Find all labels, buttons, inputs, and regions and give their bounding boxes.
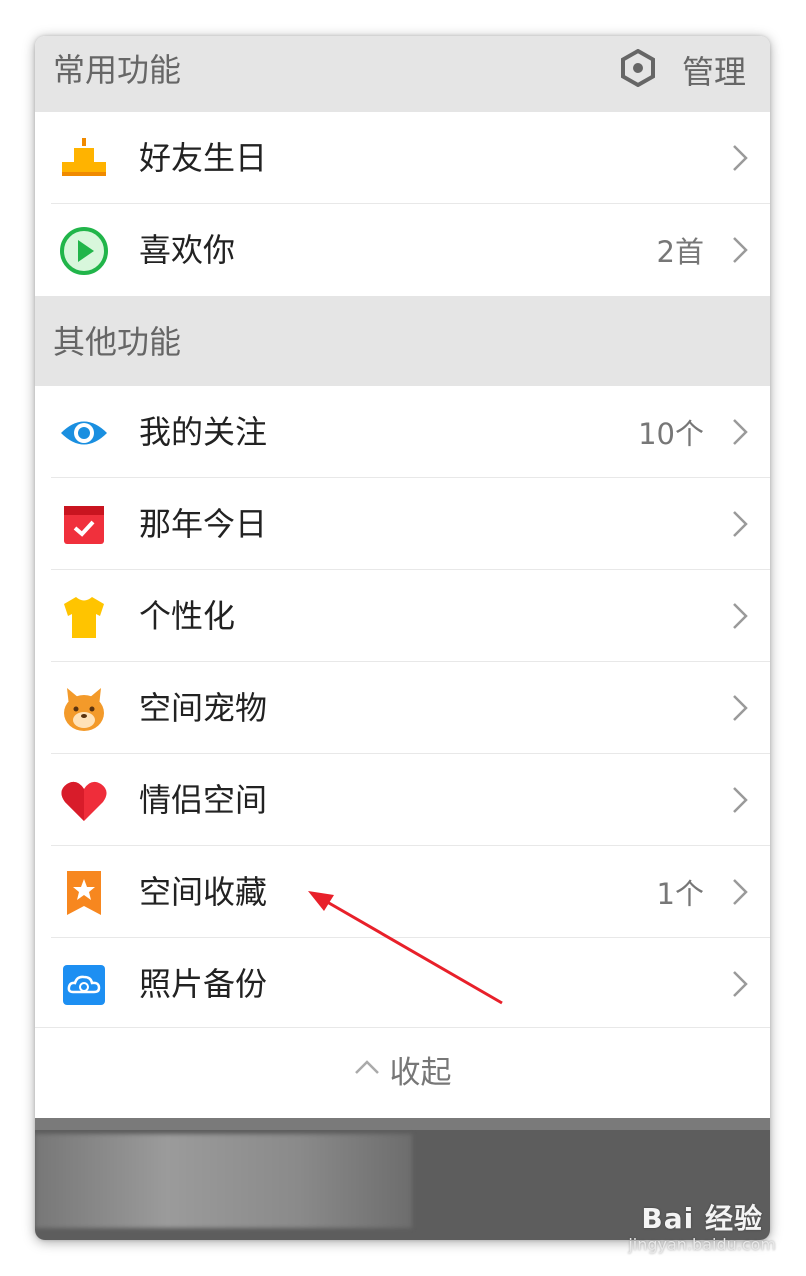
row-label: 个性化 — [139, 597, 236, 635]
play-icon — [59, 226, 109, 276]
chevron-right-icon — [732, 786, 748, 814]
chevron-right-icon — [732, 878, 748, 906]
row-label: 我的关注 — [139, 413, 268, 451]
watermark-url: jingyan.baidu.com — [628, 1235, 776, 1254]
section-title-common: 常用功能 — [53, 51, 182, 89]
collapse-button[interactable]: 收起 — [35, 1028, 770, 1110]
row-value: 10个 — [638, 417, 704, 451]
row-label: 情侣空间 — [139, 781, 268, 819]
calendar-icon — [59, 500, 109, 550]
cloud-backup-icon — [59, 960, 109, 1010]
row-label: 那年今日 — [139, 505, 268, 543]
row-friend-birthday[interactable]: 好友生日 — [35, 112, 770, 204]
baidu-jingyan-watermark: Bai 经验 jingyan.baidu.com — [628, 1197, 776, 1254]
row-my-follows[interactable]: 我的关注 10个 — [35, 386, 770, 478]
row-value: 2首 — [656, 235, 704, 269]
pet-icon — [59, 684, 109, 734]
row-value: 1个 — [656, 877, 704, 911]
row-space-pet[interactable]: 空间宠物 — [35, 662, 770, 754]
tshirt-icon — [59, 592, 109, 642]
watermark-brand: Bai 经验 — [641, 1202, 763, 1235]
chevron-right-icon — [732, 236, 748, 264]
row-personalize[interactable]: 个性化 — [35, 570, 770, 662]
red-annotation-arrow-icon — [308, 891, 503, 1005]
chevron-up-icon — [354, 1059, 380, 1079]
blurred-content — [35, 1134, 412, 1228]
section-title-other: 其他功能 — [53, 323, 182, 361]
row-this-day[interactable]: 那年今日 — [35, 478, 770, 570]
section-header-other: 其他功能 — [35, 296, 770, 386]
chevron-right-icon — [732, 602, 748, 630]
hexagon-settings-icon — [620, 48, 656, 95]
feature-list-panel: 常用功能 管理 好友生日 喜欢你 2首 其他功能 我的关注 10个 那年今日 个… — [35, 36, 770, 1240]
bottom-band — [35, 1118, 770, 1130]
chevron-right-icon — [732, 418, 748, 446]
chevron-right-icon — [732, 144, 748, 172]
manage-label: 管理 — [681, 53, 746, 91]
eye-icon — [59, 408, 109, 458]
manage-button[interactable]: 管理 — [620, 46, 746, 98]
section-header-common: 常用功能 管理 — [35, 36, 770, 112]
cake-icon — [59, 134, 109, 184]
heart-icon — [59, 776, 109, 826]
chevron-right-icon — [732, 970, 748, 998]
row-label: 喜欢你 — [139, 231, 236, 269]
row-couple-space[interactable]: 情侣空间 — [35, 754, 770, 846]
bookmark-star-icon — [59, 868, 109, 918]
collapse-label: 收起 — [389, 1054, 452, 1091]
row-label: 空间收藏 — [139, 873, 268, 911]
row-like-you[interactable]: 喜欢你 2首 — [35, 204, 770, 296]
row-label: 好友生日 — [139, 139, 268, 177]
row-label: 照片备份 — [139, 965, 268, 1003]
chevron-right-icon — [732, 510, 748, 538]
chevron-right-icon — [732, 694, 748, 722]
row-label: 空间宠物 — [139, 689, 268, 727]
